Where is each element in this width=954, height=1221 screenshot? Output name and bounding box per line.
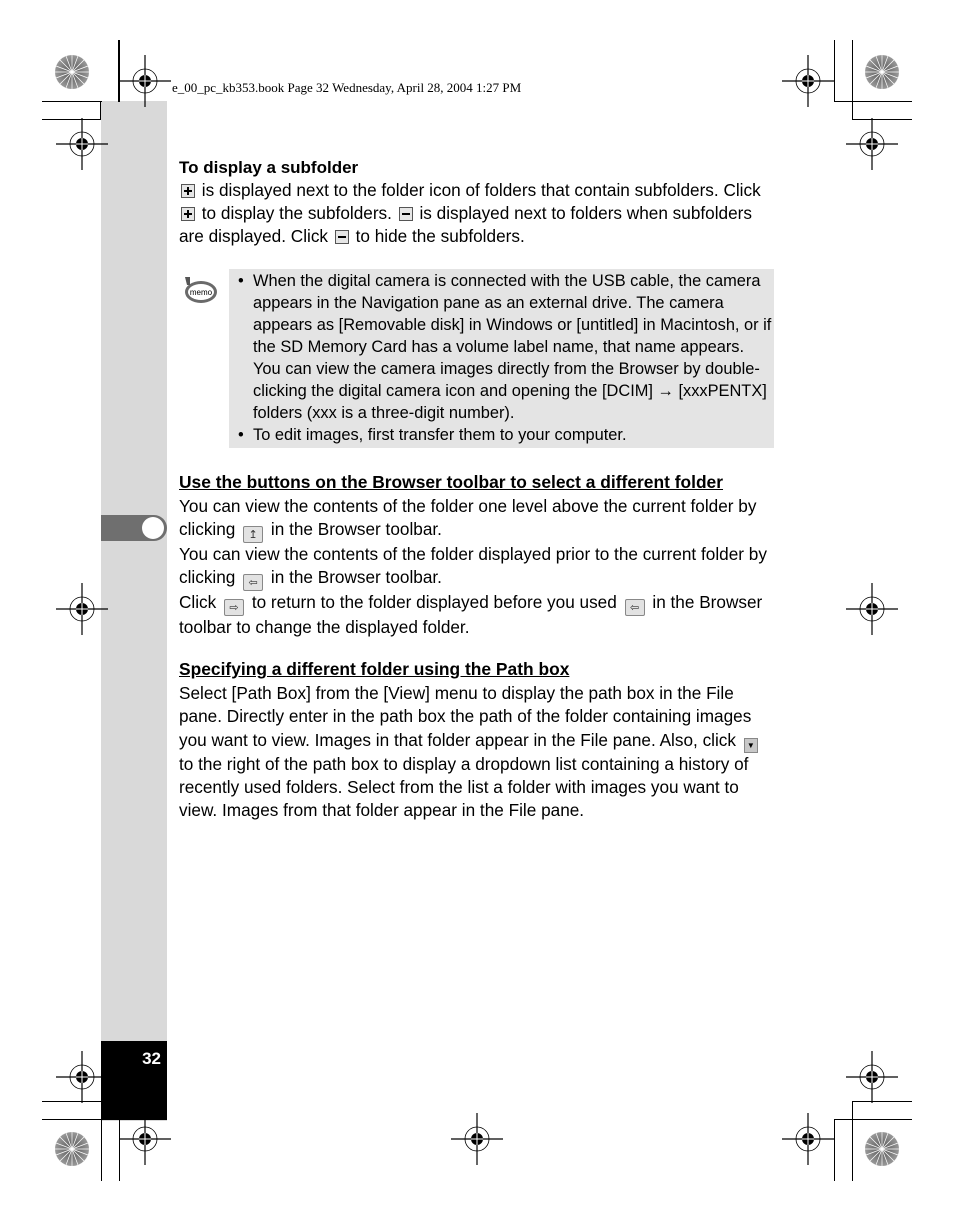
toolbar-paragraph-1: You can view the contents of the folder … xyxy=(179,495,757,543)
print-header: e_00_pc_kb353.book Page 32 Wednesday, Ap… xyxy=(172,80,522,95)
toolbar-section: Use the buttons on the Browser toolbar t… xyxy=(179,470,779,640)
subfolder-heading: To display a subfolder xyxy=(179,158,359,177)
minus-box-icon xyxy=(334,230,349,245)
back-folder-icon: ⇦ xyxy=(624,599,645,617)
plus-box-icon xyxy=(181,207,195,222)
memo-item: When the digital camera is connected wit… xyxy=(238,270,774,424)
pathbox-heading: Specifying a different folder using the … xyxy=(179,659,570,680)
minus-box-icon xyxy=(398,207,413,222)
memo-box: memo When the digital camera is connecte… xyxy=(185,268,774,448)
up-folder-icon: ↥ xyxy=(243,525,264,543)
svg-text:memo: memo xyxy=(190,288,213,297)
toolbar-paragraph-2: You can view the contents of the folder … xyxy=(179,543,767,592)
forward-folder-icon: ⇨ xyxy=(224,599,245,617)
memo-list: When the digital camera is connected wit… xyxy=(229,270,774,446)
pathbox-section: Specifying a different folder using the … xyxy=(179,657,779,822)
pathbox-paragraph: Select [Path Box] from the [View] menu t… xyxy=(179,682,779,822)
toolbar-heading: Use the buttons on the Browser toolbar t… xyxy=(179,471,724,492)
dropdown-arrow-icon: ▼ xyxy=(743,737,758,753)
toolbar-paragraph-3: Click ⇨ to return to the folder displaye… xyxy=(179,592,763,638)
page-content: To display a subfolder is displayed next… xyxy=(179,156,779,822)
back-folder-icon: ⇦ xyxy=(243,574,264,592)
memo-item: To edit images, first transfer them to y… xyxy=(238,424,774,446)
plus-box-icon xyxy=(181,184,195,198)
memo-icon: memo xyxy=(185,276,217,303)
subfolder-section: To display a subfolder is displayed next… xyxy=(179,156,779,249)
subfolder-paragraph: is displayed next to the folder icon of … xyxy=(179,180,761,247)
